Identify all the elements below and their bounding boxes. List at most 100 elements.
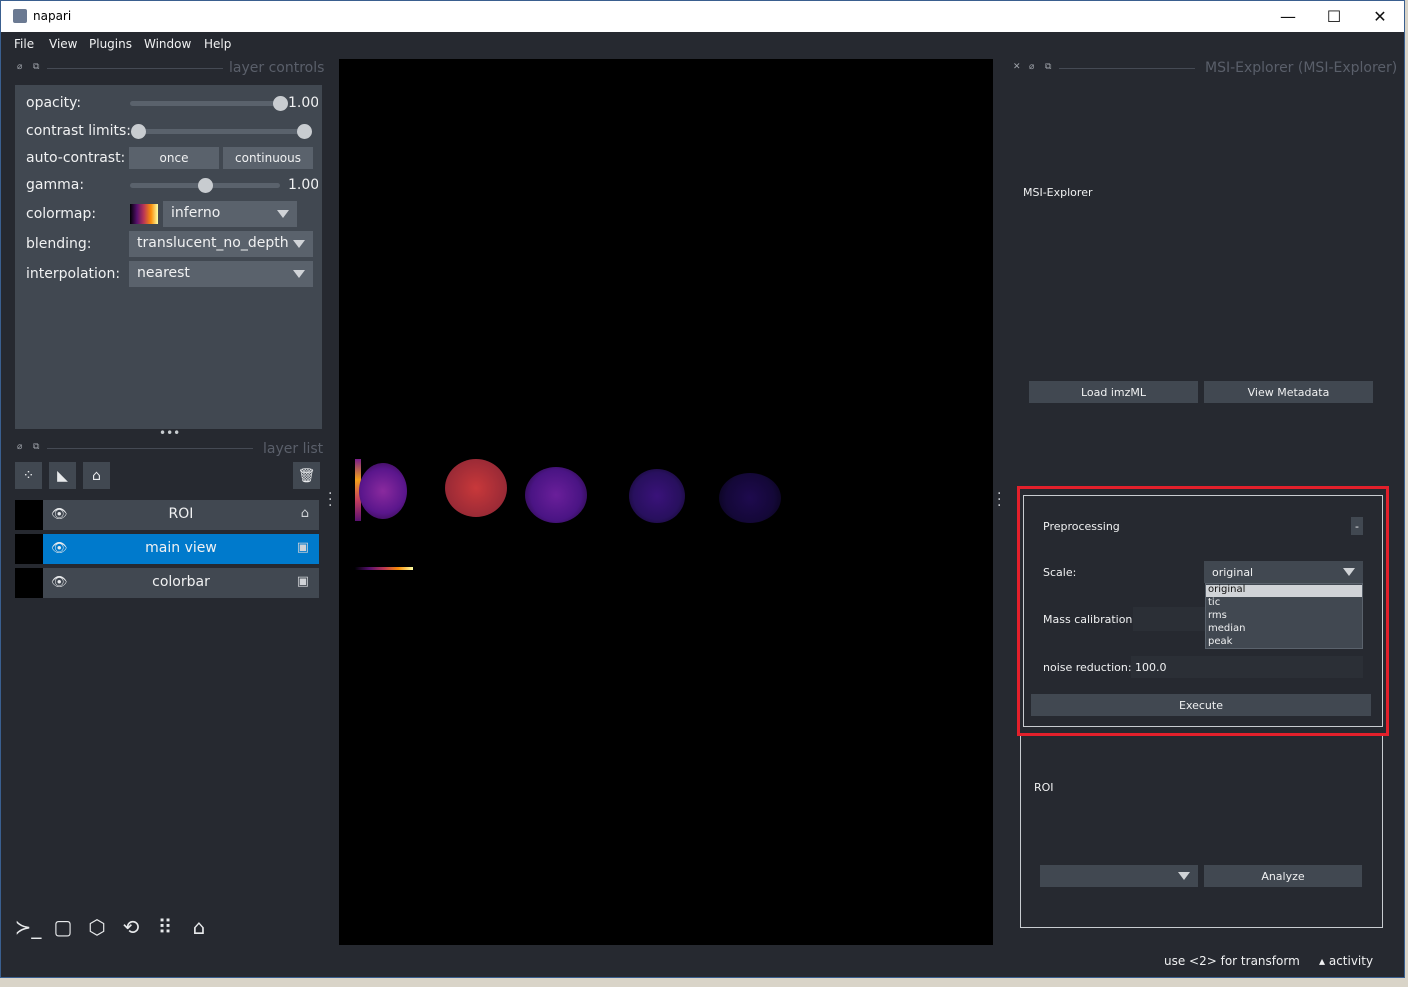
undock-icon[interactable]: ⧉ — [33, 442, 39, 452]
layer-row-colorbar[interactable]: 👁 colorbar ▣ — [15, 568, 319, 598]
chevron-down-icon — [293, 240, 305, 248]
collapse-button[interactable]: - — [1351, 517, 1363, 535]
dock-resize-handle[interactable]: · · · — [997, 487, 1001, 513]
menu-help[interactable]: Help — [204, 37, 231, 51]
layer-name[interactable]: ROI — [43, 506, 319, 522]
layer-list-header: layer list — [263, 441, 324, 457]
scale-option-median[interactable]: median — [1208, 623, 1246, 634]
home-button[interactable]: ⌂ — [185, 913, 213, 941]
colormap-select[interactable]: inferno — [163, 201, 297, 227]
close-button[interactable]: ✕ — [1357, 1, 1403, 32]
menu-plugins[interactable]: Plugins — [89, 37, 132, 51]
float-icon[interactable]: ⌀ — [17, 442, 22, 452]
view-metadata-button[interactable]: View Metadata — [1204, 381, 1373, 403]
caret-up-icon: ▴ — [1319, 954, 1329, 968]
layer-thumbnail — [15, 568, 43, 598]
scale-option-peak[interactable]: peak — [1208, 636, 1232, 647]
undock-icon[interactable]: ⧉ — [33, 62, 39, 72]
contrast-limits-slider[interactable] — [137, 129, 305, 134]
sample-spot — [525, 467, 587, 523]
activity-button[interactable]: ▴ activity — [1319, 954, 1373, 968]
image-icon: ▣ — [296, 540, 309, 555]
menu-file[interactable]: File — [14, 37, 34, 51]
grid-icon: ⠿ — [157, 915, 173, 939]
plugin-title: MSI-Explorer — [1023, 186, 1093, 199]
gamma-slider-handle[interactable] — [198, 178, 213, 193]
new-labels-layer-button[interactable]: ⌂ — [83, 462, 110, 489]
menu-window[interactable]: Window — [144, 37, 191, 51]
viewer-canvas[interactable] — [339, 59, 993, 945]
cube-icon: ⬡ — [88, 915, 106, 939]
trash-icon: 🗑 — [297, 467, 316, 484]
blending-select[interactable]: translucent_no_depth — [129, 231, 313, 257]
colorbar-image — [355, 567, 413, 570]
layer-thumbnail — [15, 534, 43, 564]
execute-button[interactable]: Execute — [1031, 694, 1371, 716]
scale-option-tic[interactable]: tic — [1208, 597, 1220, 608]
status-hint: use <2> for transform — [1164, 954, 1300, 968]
scale-dropdown-list: original tic rms median peak — [1205, 583, 1363, 649]
points-icon: ⁘ — [22, 467, 35, 484]
float-icon[interactable]: ⌀ — [1029, 62, 1034, 72]
mass-calibration-label: Mass calibration: — [1043, 613, 1137, 626]
contrast-max-handle[interactable] — [297, 124, 312, 139]
preprocessing-title: Preprocessing — [1043, 520, 1120, 533]
labels-icon: ⌂ — [300, 506, 309, 521]
roll-button[interactable]: ⟲ — [117, 913, 145, 941]
interpolation-label: interpolation: — [26, 266, 121, 282]
dock-resize-handle[interactable]: · · · — [328, 487, 332, 513]
minimize-button[interactable]: — — [1265, 1, 1311, 32]
plugin-dock-header: MSI-Explorer (MSI-Explorer) — [1205, 60, 1398, 76]
square-button[interactable]: ▢ — [49, 913, 77, 941]
load-imzml-button[interactable]: Load imzML — [1029, 381, 1198, 403]
contrast-min-handle[interactable] — [131, 124, 146, 139]
float-icon[interactable]: ⌀ — [17, 62, 22, 72]
opacity-slider[interactable] — [130, 101, 280, 106]
colormap-value: inferno — [171, 205, 221, 221]
window-title: napari — [33, 9, 72, 23]
roi-select[interactable] — [1040, 865, 1198, 887]
opacity-label: opacity: — [26, 95, 82, 111]
undock-icon[interactable]: ⧉ — [1045, 62, 1051, 72]
scale-select[interactable]: original — [1204, 561, 1363, 583]
grid-button[interactable]: ⠿ — [151, 913, 179, 941]
square-icon: ▢ — [53, 915, 73, 939]
interpolation-select[interactable]: nearest — [129, 261, 313, 287]
auto-contrast-once-button[interactable]: once — [129, 147, 219, 169]
chevron-down-icon — [1343, 568, 1355, 576]
console-icon: ≻_ — [14, 915, 42, 939]
opacity-value[interactable]: 1.00 — [288, 95, 318, 111]
sample-spot — [629, 469, 685, 523]
console-button[interactable]: ≻_ — [14, 913, 42, 941]
roi-title: ROI — [1034, 781, 1054, 794]
close-icon[interactable]: ✕ — [1013, 62, 1021, 72]
ndisplay-button[interactable]: ⬡ — [83, 913, 111, 941]
scale-option-rms[interactable]: rms — [1208, 610, 1227, 621]
blending-value: translucent_no_depth — [137, 235, 289, 251]
maximize-button[interactable]: ☐ — [1311, 1, 1357, 32]
scale-value: original — [1212, 566, 1254, 579]
layer-name[interactable]: main view — [43, 540, 319, 556]
splitter-handle[interactable]: ••• — [159, 426, 180, 440]
analyze-button[interactable]: Analyze — [1204, 865, 1362, 887]
noise-reduction-field[interactable]: 100.0 — [1131, 656, 1363, 678]
opacity-slider-handle[interactable] — [273, 96, 288, 111]
chevron-down-icon — [293, 270, 305, 278]
new-shapes-layer-button[interactable]: ◣ — [49, 462, 76, 489]
auto-contrast-continuous-button[interactable]: continuous — [223, 147, 313, 169]
layer-controls-panel: opacity: 1.00 contrast limits: auto-cont… — [15, 85, 322, 429]
mass-calibration-field[interactable] — [1133, 607, 1205, 631]
gamma-value[interactable]: 1.00 — [288, 177, 318, 193]
sample-spot — [719, 473, 781, 523]
delete-layer-button[interactable]: 🗑 — [293, 462, 320, 489]
sample-spot — [445, 459, 507, 517]
image-icon: ▣ — [296, 574, 309, 589]
layer-row-main-view[interactable]: 👁 main view ▣ — [15, 534, 319, 564]
noise-reduction-label: noise reduction: — [1043, 661, 1132, 674]
layer-thumbnail — [15, 500, 43, 530]
layer-row-roi[interactable]: 👁 ROI ⌂ — [15, 500, 319, 530]
scale-option-original[interactable]: original — [1208, 584, 1245, 595]
layer-name[interactable]: colorbar — [43, 574, 319, 590]
menu-view[interactable]: View — [49, 37, 77, 51]
new-points-layer-button[interactable]: ⁘ — [15, 462, 42, 489]
